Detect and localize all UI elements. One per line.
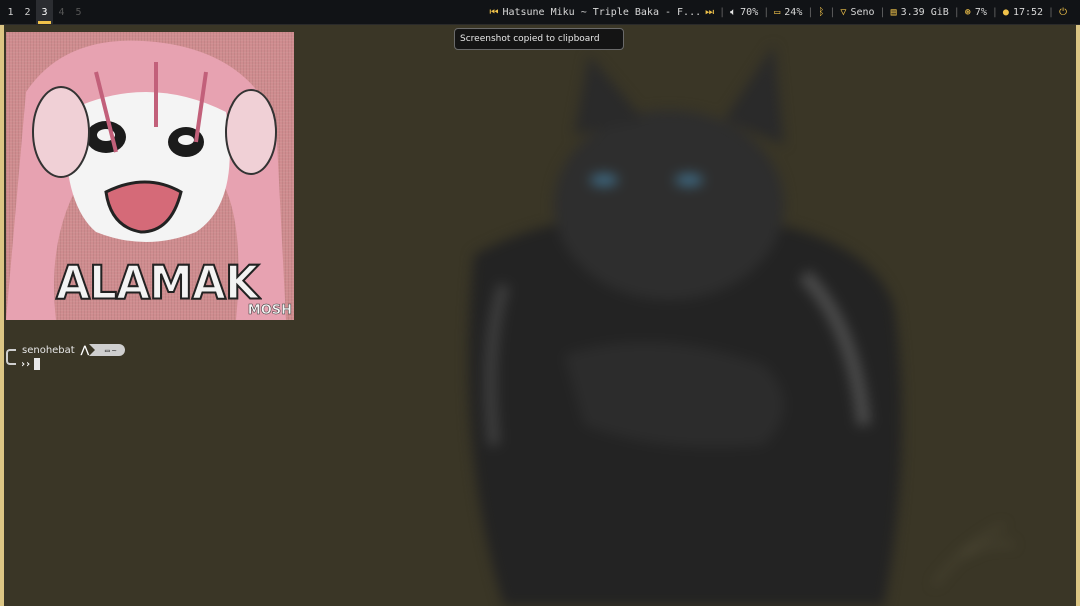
- ascii-art-watermark: MOSH: [247, 303, 293, 319]
- prompt-symbol: ››: [20, 358, 31, 370]
- wifi-module[interactable]: ▽ Seno: [835, 7, 879, 18]
- clock-module[interactable]: ● 17:52: [998, 7, 1048, 18]
- power-icon[interactable]: ⏻: [1059, 7, 1067, 18]
- workspace-switcher: 1 2 3 4 5: [0, 0, 87, 24]
- speaker-icon: 🔈︎: [730, 6, 737, 18]
- clock-icon: ●: [1002, 6, 1009, 18]
- prompt-username: senohebat: [22, 344, 75, 356]
- wifi-name: Seno: [850, 6, 875, 18]
- workspace-2[interactable]: 2: [19, 0, 36, 24]
- folder-icon: ▭: [104, 345, 110, 355]
- cpu-value: 7%: [974, 6, 987, 18]
- prompt-directory: ~: [111, 345, 117, 355]
- workspace-4[interactable]: 4: [53, 0, 70, 24]
- text-cursor[interactable]: [34, 358, 41, 370]
- battery-value: 24%: [784, 6, 803, 18]
- shell-prompt[interactable]: senohebat ⋀ ▭ ~ ››: [6, 343, 125, 371]
- wifi-icon: ▽: [840, 6, 847, 18]
- next-track-icon[interactable]: ⏭: [705, 7, 714, 18]
- prompt-line-1: senohebat ⋀ ▭ ~: [6, 343, 125, 359]
- arch-icon: ⋀: [80, 344, 89, 356]
- battery-module: ▭ 24%: [769, 7, 807, 18]
- bluetooth-module[interactable]: ᛒ: [813, 7, 829, 18]
- memory-icon: ▤: [890, 6, 897, 18]
- prompt-corner-bottom: [6, 355, 16, 365]
- cpu-module: ⊛ 7%: [960, 7, 992, 18]
- ascii-art-caption: ALAMAK: [55, 256, 260, 312]
- screen: 1 2 3 4 5 ⏮ Hatsune Miku ~ Triple Baka -…: [0, 0, 1080, 606]
- prompt-line-2[interactable]: ››: [6, 355, 125, 371]
- status-modules: ⏮ Hatsune Miku ~ Triple Baka - F... ⏭ | …: [484, 7, 1080, 18]
- notification-toast[interactable]: Screenshot copied to clipboard: [454, 28, 624, 50]
- terminal-window[interactable]: ALAMAK MOSH senohebat ⋀ ▭ ~ ››: [6, 32, 606, 592]
- volume-value: 70%: [740, 6, 759, 18]
- notification-text: Screenshot copied to clipboard: [460, 34, 600, 44]
- bluetooth-icon[interactable]: ᛒ: [818, 7, 824, 18]
- workspace-3[interactable]: 3: [36, 0, 53, 24]
- clock-time: 17:52: [1012, 6, 1044, 18]
- power-module[interactable]: ⏻: [1054, 7, 1072, 18]
- ascii-art-image: ALAMAK MOSH: [6, 32, 294, 320]
- media-module[interactable]: ⏮ Hatsune Miku ~ Triple Baka - F... ⏭: [484, 7, 719, 18]
- top-bar: 1 2 3 4 5 ⏮ Hatsune Miku ~ Triple Baka -…: [0, 0, 1080, 25]
- workspace-1[interactable]: 1: [2, 0, 19, 24]
- previous-track-icon[interactable]: ⏮: [489, 7, 498, 18]
- cpu-icon: ⊛: [964, 6, 971, 18]
- media-title: Hatsune Miku ~ Triple Baka - F...: [502, 6, 702, 18]
- memory-value: 3.39 GiB: [900, 6, 949, 18]
- battery-icon: ▭: [774, 6, 781, 18]
- directory-segment: ▭ ~: [88, 344, 125, 356]
- volume-module[interactable]: 🔈︎ 70%: [725, 7, 763, 18]
- workspace-5[interactable]: 5: [70, 0, 87, 24]
- memory-module: ▤ 3.39 GiB: [886, 7, 954, 18]
